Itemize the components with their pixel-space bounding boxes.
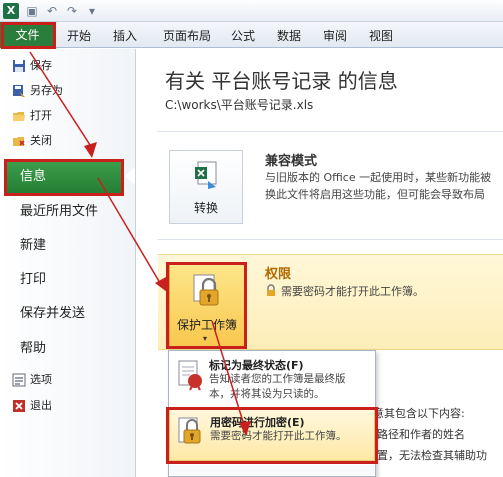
nav-info[interactable]: 信息	[6, 159, 122, 194]
protect-workbook-label: 保护工作簿	[176, 318, 237, 332]
menu-item-encrypt-password[interactable]: 用密码进行加密(E) 需要密码才能打开此工作簿。	[169, 409, 375, 461]
save-icon	[13, 60, 25, 72]
nav-save-as-label: 另存为	[30, 84, 63, 97]
convert-icon	[195, 161, 217, 189]
divider	[157, 131, 503, 132]
nav-options-label: 选项	[30, 373, 52, 386]
nav-open[interactable]: 打开	[12, 105, 52, 127]
redo-icon[interactable]: ↷	[64, 3, 80, 19]
tab-data[interactable]: 数据	[274, 26, 304, 46]
tab-insert[interactable]: 插入	[110, 26, 140, 46]
compat-desc-line1: 与旧版本的 Office 一起使用时，某些新功能被	[265, 171, 492, 184]
encrypt-password-desc: 需要密码才能打开此工作簿。	[210, 430, 347, 442]
exit-icon	[13, 400, 25, 412]
nav-info-label: 信息	[20, 169, 47, 184]
title-bar: X ▣ ↶ ↷ ▾	[0, 0, 503, 22]
open-folder-icon	[13, 112, 25, 121]
nav-new[interactable]: 新建	[20, 229, 46, 263]
excel-icon: X	[3, 3, 19, 19]
close-file-icon	[13, 137, 25, 146]
convert-button[interactable]: 转换	[169, 150, 243, 224]
encrypt-password-title: 用密码进行加密(E)	[210, 416, 305, 429]
ribbon-tab-bar: 文件 开始 插入 页面布局 公式 数据 审阅 视图	[0, 22, 503, 48]
nav-help[interactable]: 帮助	[20, 332, 46, 366]
tab-home[interactable]: 开始	[64, 26, 94, 46]
inspect-text-line2: 路径和作者的姓名	[377, 428, 465, 441]
mark-final-title: 标记为最终状态(F)	[209, 359, 304, 372]
tab-formulas[interactable]: 公式	[228, 26, 258, 46]
nav-exit-label: 退出	[30, 399, 52, 412]
undo-icon[interactable]: ↶	[44, 3, 60, 19]
tab-file[interactable]: 文件	[0, 22, 55, 48]
protect-workbook-button[interactable]: 保护工作簿 ▾	[169, 263, 245, 347]
nav-open-label: 打开	[30, 109, 52, 122]
inspect-text-line3: 置，无法检查其辅助功	[377, 449, 487, 462]
page-title: 有关 平台账号记录 的信息	[165, 69, 398, 93]
tab-page-layout[interactable]: 页面布局	[160, 26, 214, 46]
chevron-down-icon: ▾	[203, 334, 208, 343]
nav-close-label: 关闭	[30, 134, 52, 147]
compat-desc-line2: 换此文件将启用这些功能，但可能会导致布局	[265, 188, 485, 201]
backstage-nav: 保存 另存为 打开 关闭 信息 最近所用文件 新建 打印 保存并发送 帮助 选项…	[0, 49, 136, 477]
nav-save-label: 保存	[30, 59, 52, 72]
nav-exit[interactable]: 退出	[12, 395, 52, 417]
customize-toolbar-icon[interactable]: ▾	[84, 3, 100, 19]
mark-final-desc-line1: 告知读者您的工作簿是最终版	[209, 373, 346, 385]
protect-workbook-menu: 标记为最终状态(F) 告知读者您的工作簿是最终版 本，并将其设为只读的。 用密码…	[166, 350, 378, 477]
divider	[157, 239, 503, 240]
inspect-text-line1: 意其包含以下内容:	[373, 407, 465, 420]
nav-close[interactable]: 关闭	[12, 130, 52, 152]
lock-key-icon	[178, 417, 201, 444]
file-path: C:\works\平台账号记录.xls	[165, 98, 314, 112]
menu-next-item-partial	[169, 465, 375, 475]
nav-save[interactable]: 保存	[12, 55, 52, 77]
nav-active-pointer	[125, 167, 135, 185]
menu-item-mark-final[interactable]: 标记为最终状态(F) 告知读者您的工作簿是最终版 本，并将其设为只读的。	[169, 353, 375, 409]
permission-lock-icon	[267, 284, 275, 296]
tab-view[interactable]: 视图	[366, 26, 396, 46]
nav-save-as[interactable]: 另存为	[12, 80, 63, 102]
nav-save-send[interactable]: 保存并发送	[20, 297, 85, 331]
permissions-title: 权限	[265, 267, 292, 282]
protect-lock-icon	[193, 274, 219, 306]
compat-title: 兼容模式	[265, 154, 318, 169]
mark-final-desc-line2: 本，并将其设为只读的。	[209, 388, 325, 400]
mark-final-icon	[178, 360, 202, 391]
convert-button-label: 转换	[193, 201, 218, 215]
nav-recent[interactable]: 最近所用文件	[20, 195, 98, 229]
tab-review[interactable]: 审阅	[320, 26, 350, 46]
nav-print[interactable]: 打印	[20, 263, 46, 297]
permissions-desc: 需要密码才能打开此工作簿。	[281, 285, 424, 298]
quick-save-icon[interactable]: ▣	[24, 3, 40, 19]
save-as-icon	[13, 85, 25, 97]
options-icon	[12, 373, 26, 387]
nav-options[interactable]: 选项	[12, 369, 52, 391]
